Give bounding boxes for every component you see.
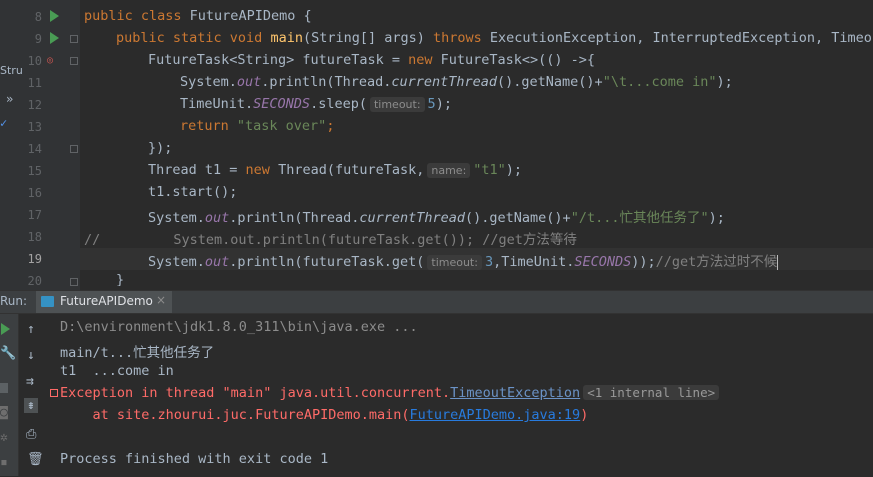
code-line: public static void main(String[] args) t… [116,30,873,46]
soft-wrap-icon[interactable]: ⇉ [26,374,34,389]
code-line: System.out.println(futureTask.get(timeou… [148,254,779,270]
line-number: 11 [27,76,42,90]
console-line: main/t...忙其他任务了 [60,345,215,361]
line-number: 18 [27,230,42,244]
line-number: 15 [27,164,42,178]
fold-icon[interactable] [70,145,78,153]
line-number: 14 [27,142,42,156]
breakpoint-lambda-icon[interactable]: ◎ [47,55,53,66]
internal-line-fold[interactable]: <1 internal line> [583,385,720,400]
parameter-hint: timeout: [369,97,425,112]
fold-icon[interactable] [70,278,78,286]
code-line: Thread t1 = new Thread(futureTask, name: "… [148,162,523,178]
code-line-comment: // System.out.println(futureTask.get());… [84,232,577,248]
wrench-icon[interactable]: 🔧 [0,346,16,361]
camera-icon[interactable]: ◙ [0,405,8,420]
run-tab-label: FutureAPIDemo [60,294,153,308]
line-number: 16 [27,186,42,200]
down-arrow-icon[interactable]: ↓ [27,348,35,363]
code-line: TimeUnit.SECONDS.sleep(timeout: 5); [180,96,452,112]
settings-icon[interactable]: ✲ [0,430,8,445]
code-line: }); [148,140,173,156]
print-icon[interactable]: ⎙ [26,427,36,442]
console-line: t1 ...come in [60,363,174,379]
run-gutter-icon[interactable] [50,32,59,44]
scroll-to-end-icon[interactable]: ⇟ [24,398,38,413]
java-class-icon [41,296,54,307]
console-line: D:\environment\jdk1.8.0_311\bin\java.exe… [60,319,418,335]
line-number: 8 [34,10,42,24]
parameter-hint: timeout: [427,255,482,270]
run-side-strip [0,314,19,476]
run-toolbar: Run: FutureAPIDemo × [0,291,873,314]
run-tab[interactable]: FutureAPIDemo × [36,291,172,313]
pin-icon[interactable]: ▪ [0,455,8,470]
expand-exception-icon[interactable] [50,389,58,397]
line-number: 12 [27,98,42,112]
trash-icon[interactable]: 🗑 [27,452,44,467]
code-line: t1.start(); [148,184,238,200]
line-number: 13 [27,120,42,134]
run-gutter-icon[interactable] [50,10,59,22]
line-number: 9 [34,32,42,46]
line-number: 19 [27,252,42,266]
run-label: Run: [0,294,28,308]
exception-class-link[interactable]: TimeoutException [450,385,580,401]
console-line: Process finished with exit code 1 [60,451,329,467]
code-line: System.out.println(Thread.currentThread(… [180,74,733,90]
code-line: FutureTask<String> futureTask = new Futu… [148,52,596,68]
line-number: 17 [27,208,42,222]
text-cursor [777,254,779,270]
up-arrow-icon[interactable]: ↑ [27,322,35,337]
fold-icon[interactable] [70,57,78,65]
line-number: 10 [27,54,42,68]
console-exception-line: Exception in thread "main" java.util.con… [60,385,722,401]
stop-icon[interactable] [0,383,8,393]
source-location-link[interactable]: FutureAPIDemo.java:19 [410,407,581,423]
parameter-hint: name: [427,163,471,178]
close-tab-icon[interactable]: × [156,293,166,307]
fold-icon[interactable] [70,35,78,43]
code-line: System.out.println(Thread.currentThread(… [148,210,725,226]
line-number: 20 [27,274,42,288]
rerun-icon[interactable] [1,323,10,335]
console-stack-line: at site.zhourui.juc.FutureAPIDemo.main(F… [60,407,589,423]
code-line: return "task over"; [180,118,335,134]
code-line: } [116,272,125,286]
code-line: public class FutureAPIDemo { [84,8,312,24]
